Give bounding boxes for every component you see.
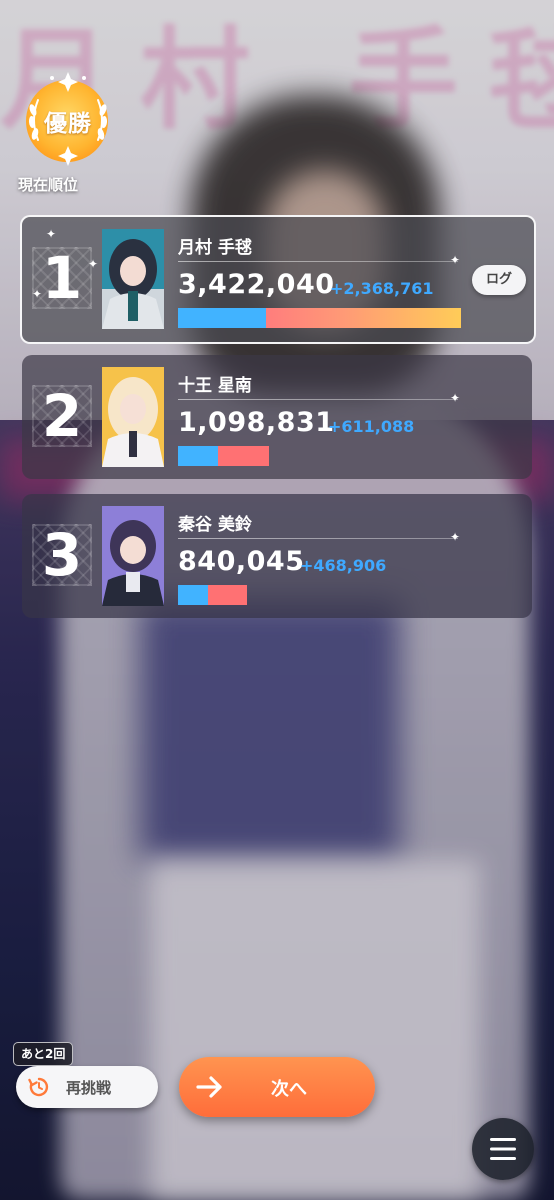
ranking-row-2[interactable]: 2 十王 星南 ✦ 1,098,831 +611,088: [22, 355, 532, 479]
retry-button[interactable]: 再挑戦: [16, 1066, 158, 1108]
menu-button[interactable]: [472, 1118, 534, 1180]
score-bar-base: [178, 446, 218, 466]
score-bar-gain: [266, 308, 461, 328]
medal-label: 優勝: [44, 111, 92, 137]
sparkle-icon: ✦: [450, 253, 461, 267]
total-score: 1,098,831: [178, 407, 335, 438]
next-button[interactable]: 次へ: [179, 1057, 375, 1117]
menu-icon: [490, 1138, 516, 1160]
ranking-row-1[interactable]: 1 ✦ ✦ ✦ 月村 手毬 ✦ 3,422,040 +2,368,761 ログ: [20, 215, 536, 344]
score-bar: [178, 308, 461, 328]
score-bar-base: [178, 308, 266, 328]
score-bar-gain: [218, 446, 269, 466]
idol-avatar: [102, 506, 164, 606]
sparkle-icon: ✦: [32, 287, 43, 301]
score-gain: +468,906: [300, 556, 387, 575]
score-gain: +611,088: [328, 417, 415, 436]
next-label: 次へ: [271, 1079, 307, 1100]
rank-number-box: 2: [32, 382, 92, 450]
sparkle-icon: ✦: [88, 257, 99, 271]
sparkle-icon: ✦: [450, 391, 461, 405]
idol-avatar: [102, 367, 164, 467]
rank-number: 2: [41, 382, 83, 450]
idol-name: 秦谷 美鈴: [178, 515, 252, 535]
rank-number: 3: [41, 521, 83, 589]
log-button[interactable]: ログ: [472, 265, 526, 295]
total-score: 840,045: [178, 546, 305, 577]
name-divider: [178, 399, 458, 400]
sparkle-icon: ✦: [450, 530, 461, 544]
sparkle-icon: ✦: [46, 227, 57, 241]
total-score: 3,422,040: [178, 269, 335, 300]
idol-name: 月村 手毬: [178, 238, 252, 258]
retry-label: 再挑戦: [66, 1079, 112, 1097]
score-gain: +2,368,761: [330, 279, 434, 298]
idol-avatar: [102, 229, 164, 329]
ranking-row-3[interactable]: 3 秦谷 美鈴 ✦ 840,045 +468,906: [22, 494, 532, 618]
score-bar-base: [178, 585, 208, 605]
score-bar-gain: [208, 585, 247, 605]
name-divider: [178, 261, 458, 262]
victory-medal: 優勝: [20, 70, 116, 166]
name-divider: [178, 538, 458, 539]
arrow-right-icon: [196, 1076, 222, 1098]
idol-name: 十王 星南: [178, 376, 252, 396]
current-rank-caption: 現在順位: [18, 176, 79, 194]
rank-number-box: 3: [32, 521, 92, 589]
score-bar: [178, 585, 247, 605]
remaining-attempts-badge: あと2回: [13, 1042, 74, 1066]
rank-number: 1: [41, 244, 83, 312]
retry-icon: [28, 1077, 49, 1097]
score-bar: [178, 446, 269, 466]
